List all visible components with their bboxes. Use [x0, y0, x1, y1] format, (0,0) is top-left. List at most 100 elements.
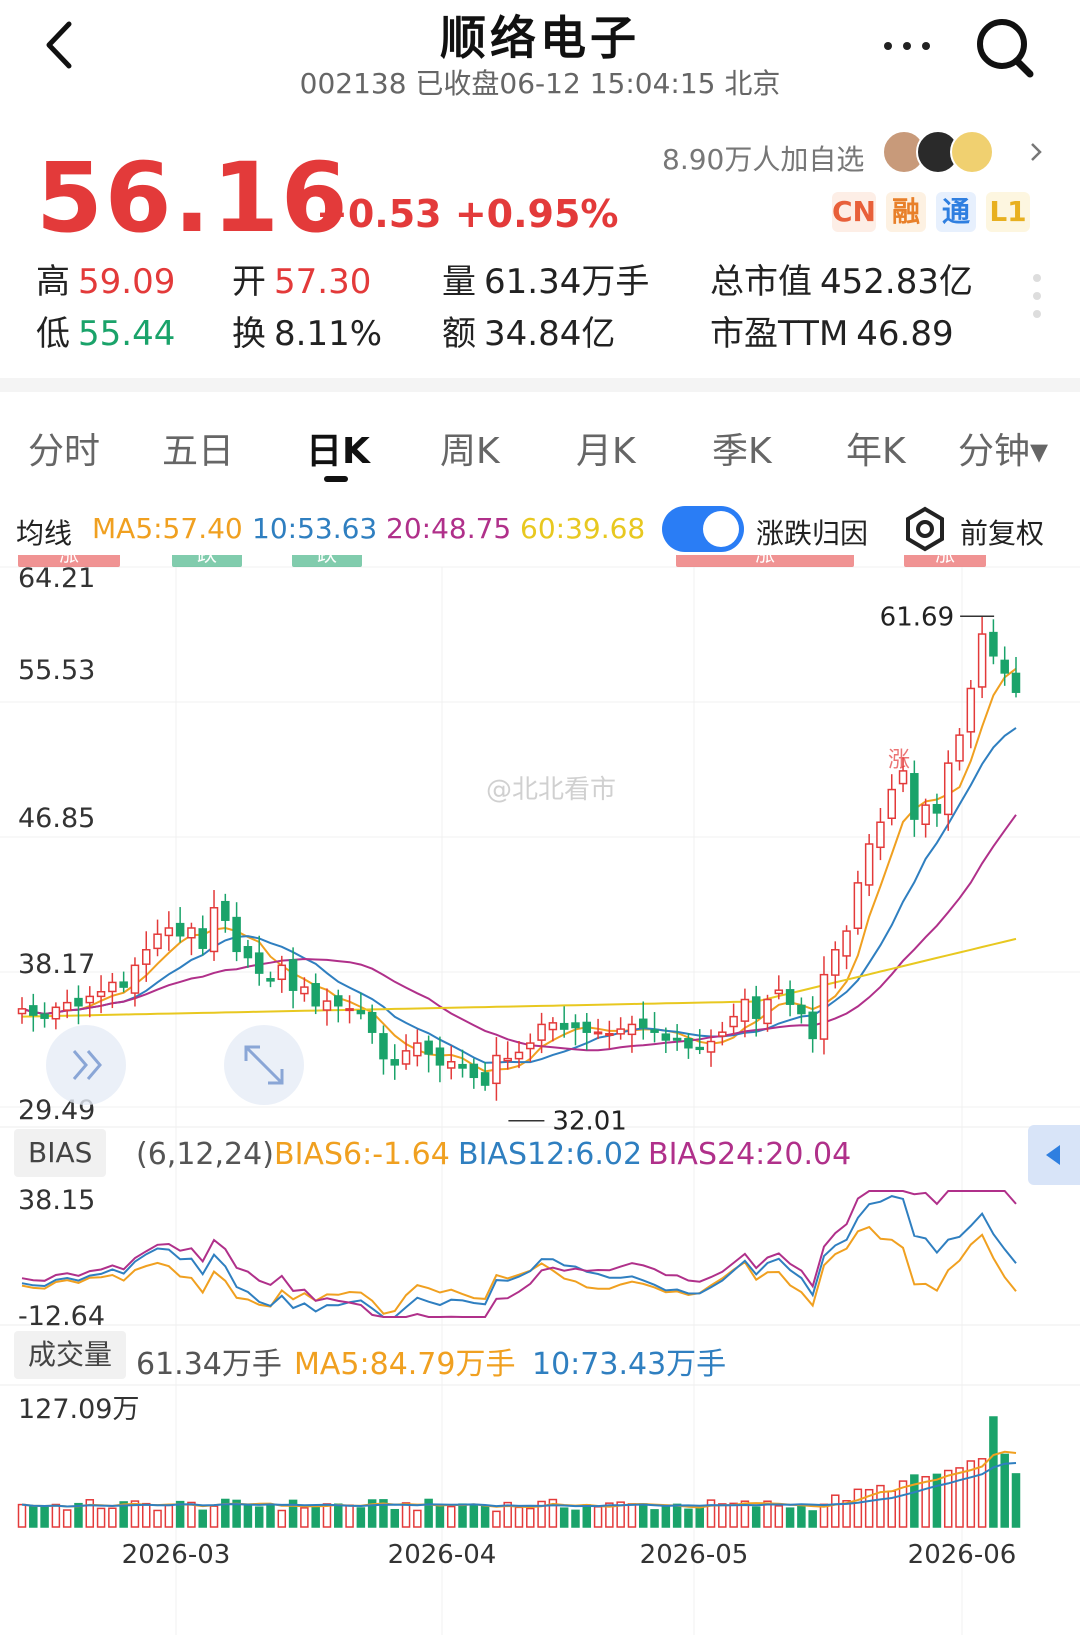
- event-tag: 跌: [292, 555, 362, 567]
- tab-minute-dropdown[interactable]: 分钟▾: [958, 422, 1048, 474]
- stat-low: 低 55.44: [36, 314, 176, 354]
- candle-body: [108, 981, 117, 993]
- volume-bar: [751, 1506, 761, 1528]
- candle-body: [785, 989, 795, 1005]
- volume-bar: [695, 1507, 704, 1528]
- ma-label[interactable]: 均线: [16, 512, 72, 552]
- volume-bar: [492, 1510, 501, 1528]
- candle-body: [842, 930, 851, 957]
- y-axis-label: 46.85: [18, 803, 96, 834]
- volume-bar: [322, 1503, 332, 1528]
- candle: [334, 989, 343, 1023]
- candle: [254, 935, 264, 986]
- candle-body: [503, 1057, 512, 1062]
- kline-chart-area[interactable]: 涨跌跌涨涨 61.6932.01涨 2026-032026-042026-052…: [0, 555, 1080, 1635]
- expand-panel-button[interactable]: [46, 1025, 126, 1105]
- volume-bar: [96, 1507, 106, 1528]
- volume-bar: [141, 1502, 151, 1528]
- candle-body: [989, 631, 998, 657]
- candle-body: [311, 983, 320, 1007]
- last-price: 56.16: [36, 142, 350, 254]
- volume-ma10: 10:73.43万手: [532, 1347, 727, 1382]
- y-axis-label: 38.17: [18, 949, 96, 980]
- stat-turnover: 换 8.11%: [232, 314, 383, 354]
- gear-icon[interactable]: [902, 506, 948, 552]
- kline-chart[interactable]: 涨跌跌涨涨 61.6932.01涨 2026-032026-042026-052…: [0, 555, 1080, 1635]
- candle-body: [458, 1063, 467, 1069]
- volume-bar: [446, 1505, 456, 1528]
- more-button[interactable]: [872, 18, 942, 68]
- candle-body: [526, 1042, 535, 1050]
- tab-monthly-k[interactable]: 月K: [576, 422, 636, 474]
- candle-body: [627, 1023, 637, 1036]
- caret-left-icon: [1046, 1145, 1060, 1165]
- low-marker-label: 32.01: [552, 1107, 626, 1137]
- side-panel-tab[interactable]: [1028, 1125, 1080, 1185]
- tab-five-day[interactable]: 五日: [162, 422, 234, 474]
- bias24-line: [21, 1190, 1017, 1318]
- candle: [85, 986, 95, 1018]
- volume-bar: [469, 1505, 479, 1528]
- y-axis-label: 64.21: [18, 563, 96, 594]
- badge-margin: 融: [886, 192, 926, 232]
- candle-body: [774, 989, 784, 995]
- search-button[interactable]: [972, 12, 1042, 82]
- bias-indicator-label[interactable]: BIAS: [14, 1129, 107, 1177]
- volume-bar: [514, 1506, 524, 1528]
- candle: [808, 996, 817, 1053]
- candle: [413, 1029, 422, 1067]
- adjust-mode[interactable]: 前复权: [960, 512, 1044, 552]
- candle: [785, 980, 795, 1017]
- volume-ma5: MA5:84.79万手: [294, 1347, 516, 1382]
- candle: [29, 993, 38, 1032]
- candle-body: [401, 1050, 411, 1065]
- followers-row[interactable]: 8.90万人加自选: [600, 128, 1042, 180]
- x-axis-label: 2026-06: [908, 1540, 1017, 1570]
- double-chevron-right-icon: [72, 1050, 102, 1080]
- candle-body: [175, 922, 185, 937]
- candle-body: [209, 907, 219, 953]
- candle-body: [966, 687, 976, 733]
- attribution-toggle[interactable]: [662, 506, 744, 552]
- bias24-value: BIAS24:20.04: [648, 1137, 852, 1172]
- fullscreen-button[interactable]: [224, 1025, 304, 1105]
- volume-bar: [153, 1509, 162, 1528]
- tab-weekly-k[interactable]: 周K: [440, 422, 500, 474]
- volume-bar: [198, 1509, 207, 1528]
- candle-body: [932, 803, 942, 814]
- candle-body: [706, 1040, 716, 1053]
- tab-yearly-k[interactable]: 年K: [846, 422, 906, 474]
- volume-bar: [627, 1503, 637, 1528]
- expand-stats-button[interactable]: [1030, 274, 1044, 334]
- candle-body: [955, 734, 964, 762]
- ma10-value: 10:53.63: [252, 512, 378, 545]
- candle-body: [559, 1022, 569, 1030]
- volume-bar: [480, 1505, 490, 1528]
- candle: [842, 925, 851, 970]
- tab-quarterly-k[interactable]: 季K: [712, 422, 772, 474]
- candle-body: [910, 773, 919, 820]
- candle: [864, 834, 874, 897]
- bias6-value: BIAS6:-1.64: [274, 1137, 450, 1172]
- candle: [616, 1017, 625, 1040]
- tab-daily-k[interactable]: 日K: [306, 422, 370, 474]
- candle-body: [684, 1038, 693, 1049]
- ma5-value: MA5:57.40: [92, 512, 243, 545]
- candle: [198, 915, 207, 956]
- candle: [74, 985, 83, 1025]
- candle: [243, 939, 253, 968]
- candle-body: [288, 959, 298, 991]
- candle: [797, 997, 806, 1024]
- candle-body: [514, 1051, 524, 1060]
- volume-bar: [718, 1503, 727, 1528]
- volume-indicator-label[interactable]: 成交量: [14, 1331, 127, 1379]
- candle: [966, 679, 976, 749]
- candle: [119, 971, 128, 993]
- tab-intraday[interactable]: 分时: [28, 422, 100, 474]
- volume-bar: [819, 1503, 829, 1528]
- price-change: +0.53 +0.95%: [316, 192, 619, 236]
- volume-bar: [684, 1508, 693, 1528]
- event-tag: 跌: [172, 555, 242, 567]
- candle: [232, 902, 241, 962]
- volume-bar: [187, 1501, 196, 1528]
